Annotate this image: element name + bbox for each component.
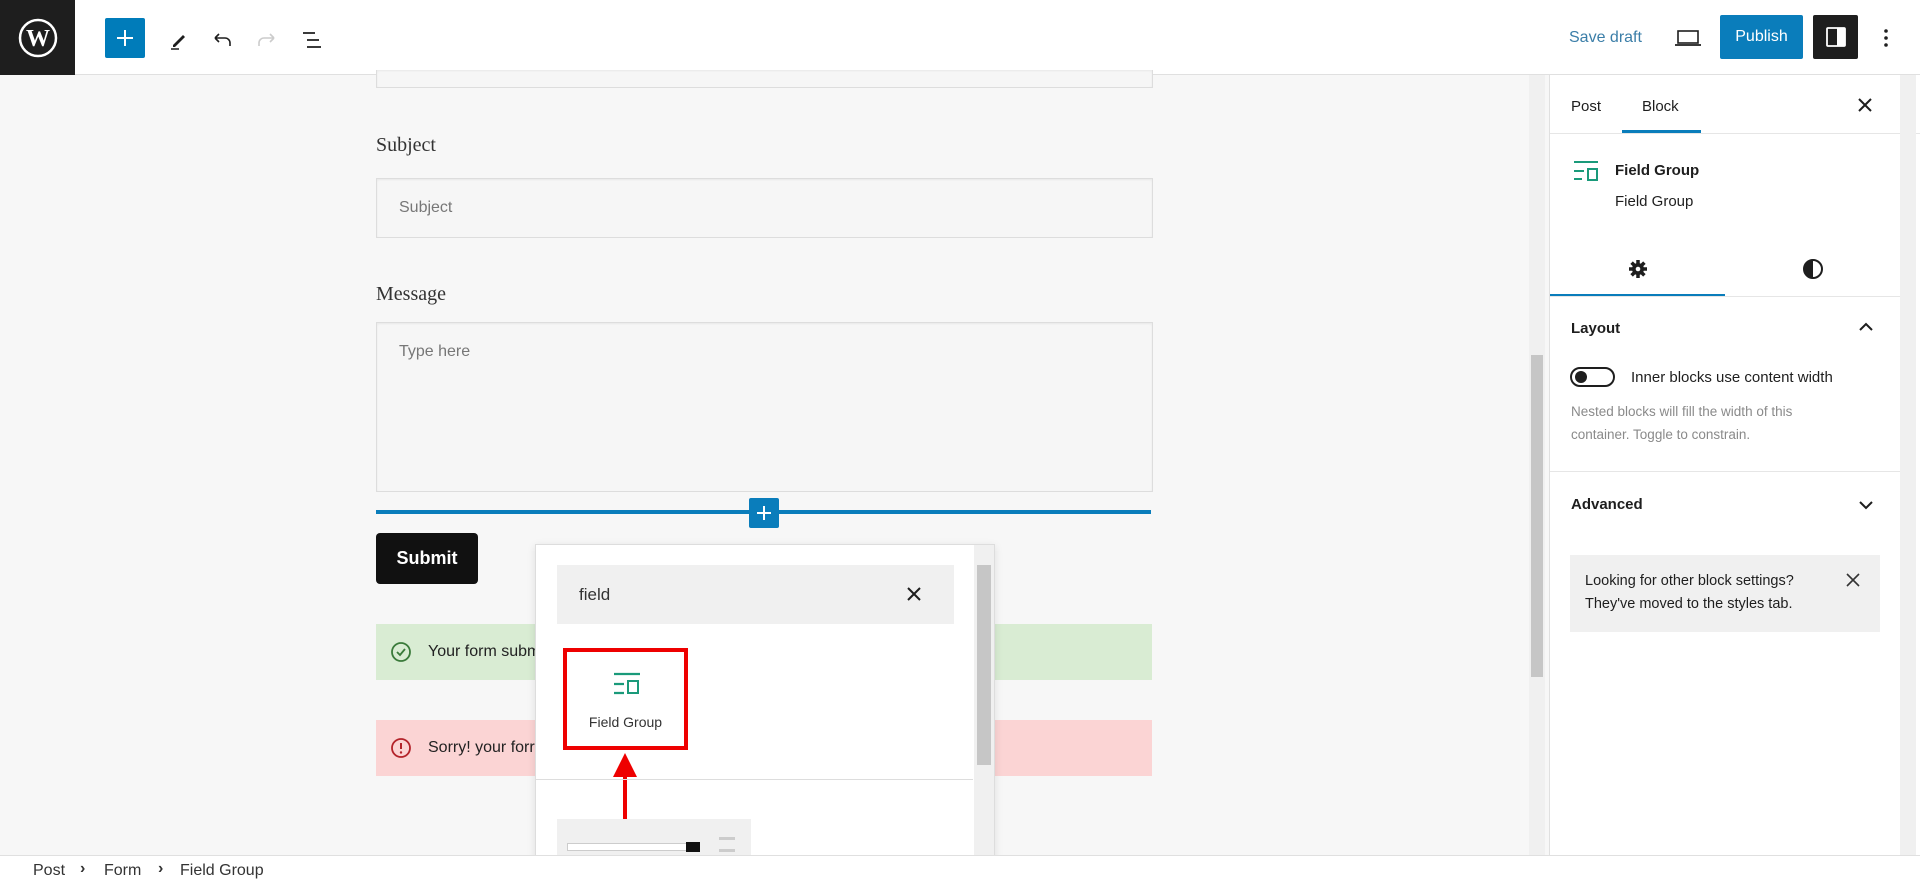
publish-button[interactable]: Publish: [1720, 15, 1803, 59]
advanced-panel-toggle[interactable]: Advanced: [1571, 496, 1871, 513]
chevron-right-icon: ›: [80, 860, 86, 877]
block-result-field-group[interactable]: Field Group: [563, 648, 688, 750]
tab-block[interactable]: Block: [1642, 98, 1679, 115]
close-icon: [1858, 98, 1872, 112]
scrollbar-thumb[interactable]: [977, 565, 991, 765]
chevron-right-icon: ›: [158, 860, 164, 877]
settings-sidebar-toggle[interactable]: [1813, 15, 1858, 59]
search-value: field: [579, 584, 611, 604]
subject-label: Subject: [376, 134, 436, 156]
save-draft-button[interactable]: Save draft: [1569, 29, 1642, 47]
scrollbar-thumb[interactable]: [1531, 355, 1543, 677]
block-description: Field Group: [1615, 193, 1694, 210]
list-view-icon: [303, 32, 321, 48]
breadcrumb-post[interactable]: Post: [33, 862, 65, 880]
block-title: Field Group: [1615, 162, 1700, 179]
red-arrow-annotation: [613, 753, 637, 819]
toggle-knob: [1575, 371, 1587, 383]
redo-button[interactable]: [253, 26, 281, 54]
tab-post[interactable]: Post: [1571, 98, 1601, 115]
gear-icon: [1628, 260, 1647, 278]
success-text: Your form subm: [428, 643, 541, 660]
document-overview-button[interactable]: [299, 26, 327, 54]
svg-text:W: W: [26, 26, 50, 52]
message-textarea[interactable]: Type here: [376, 322, 1153, 492]
message-label: Message: [376, 283, 446, 305]
styles-moved-notice: Looking for other block settings? They'v…: [1570, 555, 1880, 632]
block-search-input[interactable]: field: [557, 565, 954, 624]
chevron-down-icon: [1859, 501, 1873, 510]
divider: [1550, 471, 1900, 472]
divider: [1550, 296, 1900, 297]
dismiss-notice-icon[interactable]: [1846, 573, 1860, 587]
tab-styles[interactable]: [1725, 243, 1900, 295]
tab-settings[interactable]: [1550, 243, 1725, 295]
settings-sidebar: Post Block Field Group Field Group Layou…: [1549, 75, 1920, 855]
layout-panel-toggle[interactable]: Layout: [1571, 320, 1871, 337]
preview-button[interactable]: [1674, 26, 1702, 50]
chevron-up-icon: [1859, 322, 1873, 331]
plus-icon: [757, 506, 771, 520]
notice-text: Looking for other block settings? They'v…: [1585, 573, 1794, 612]
add-block-button[interactable]: [105, 18, 145, 58]
field-group-icon: [1574, 161, 1598, 181]
inserter-scrollbar[interactable]: [974, 545, 994, 883]
block-inserter-popover: field Field Group: [535, 544, 995, 884]
clear-search-button[interactable]: [903, 583, 925, 605]
divider: [536, 779, 973, 780]
check-circle-icon: [391, 642, 411, 662]
kebab-menu-icon: [1884, 29, 1888, 47]
plus-icon: [117, 30, 133, 46]
close-sidebar-button[interactable]: [1856, 96, 1874, 114]
divider: [1550, 133, 1920, 134]
contrast-icon: [1802, 259, 1823, 279]
error-text: Sorry! your forr: [428, 739, 535, 756]
submit-button[interactable]: Submit: [376, 533, 478, 584]
editor-scrollbar[interactable]: [1529, 75, 1545, 855]
tools-button[interactable]: [164, 26, 192, 54]
block-breadcrumb: Post › Form › Field Group: [0, 855, 1920, 884]
wordpress-logo-button[interactable]: W: [0, 0, 75, 75]
laptop-icon: [1675, 30, 1701, 46]
sidebar-scrollbar[interactable]: [1900, 75, 1916, 855]
help-text: Nested blocks will fill the width of thi…: [1571, 404, 1793, 442]
breadcrumb-field-group[interactable]: Field Group: [180, 862, 264, 880]
subject-input[interactable]: Subject: [376, 178, 1153, 238]
inline-inserter-button[interactable]: [749, 498, 779, 528]
undo-icon: [214, 33, 231, 46]
pencil-icon: [171, 35, 185, 50]
field-group-icon: [613, 672, 640, 695]
content-width-toggle[interactable]: [1570, 367, 1615, 387]
undo-button[interactable]: [208, 26, 236, 54]
close-icon: [907, 587, 921, 601]
toggle-label: Inner blocks use content width: [1631, 369, 1833, 386]
redo-icon: [258, 33, 275, 46]
sidebar-icon: [1825, 27, 1846, 47]
alert-circle-icon: [391, 738, 411, 758]
block-result-label: Field Group: [588, 714, 663, 730]
previous-input-field[interactable]: [376, 70, 1153, 88]
options-button[interactable]: [1876, 24, 1896, 52]
wordpress-logo-icon: W: [18, 18, 57, 57]
breadcrumb-form[interactable]: Form: [104, 862, 141, 880]
